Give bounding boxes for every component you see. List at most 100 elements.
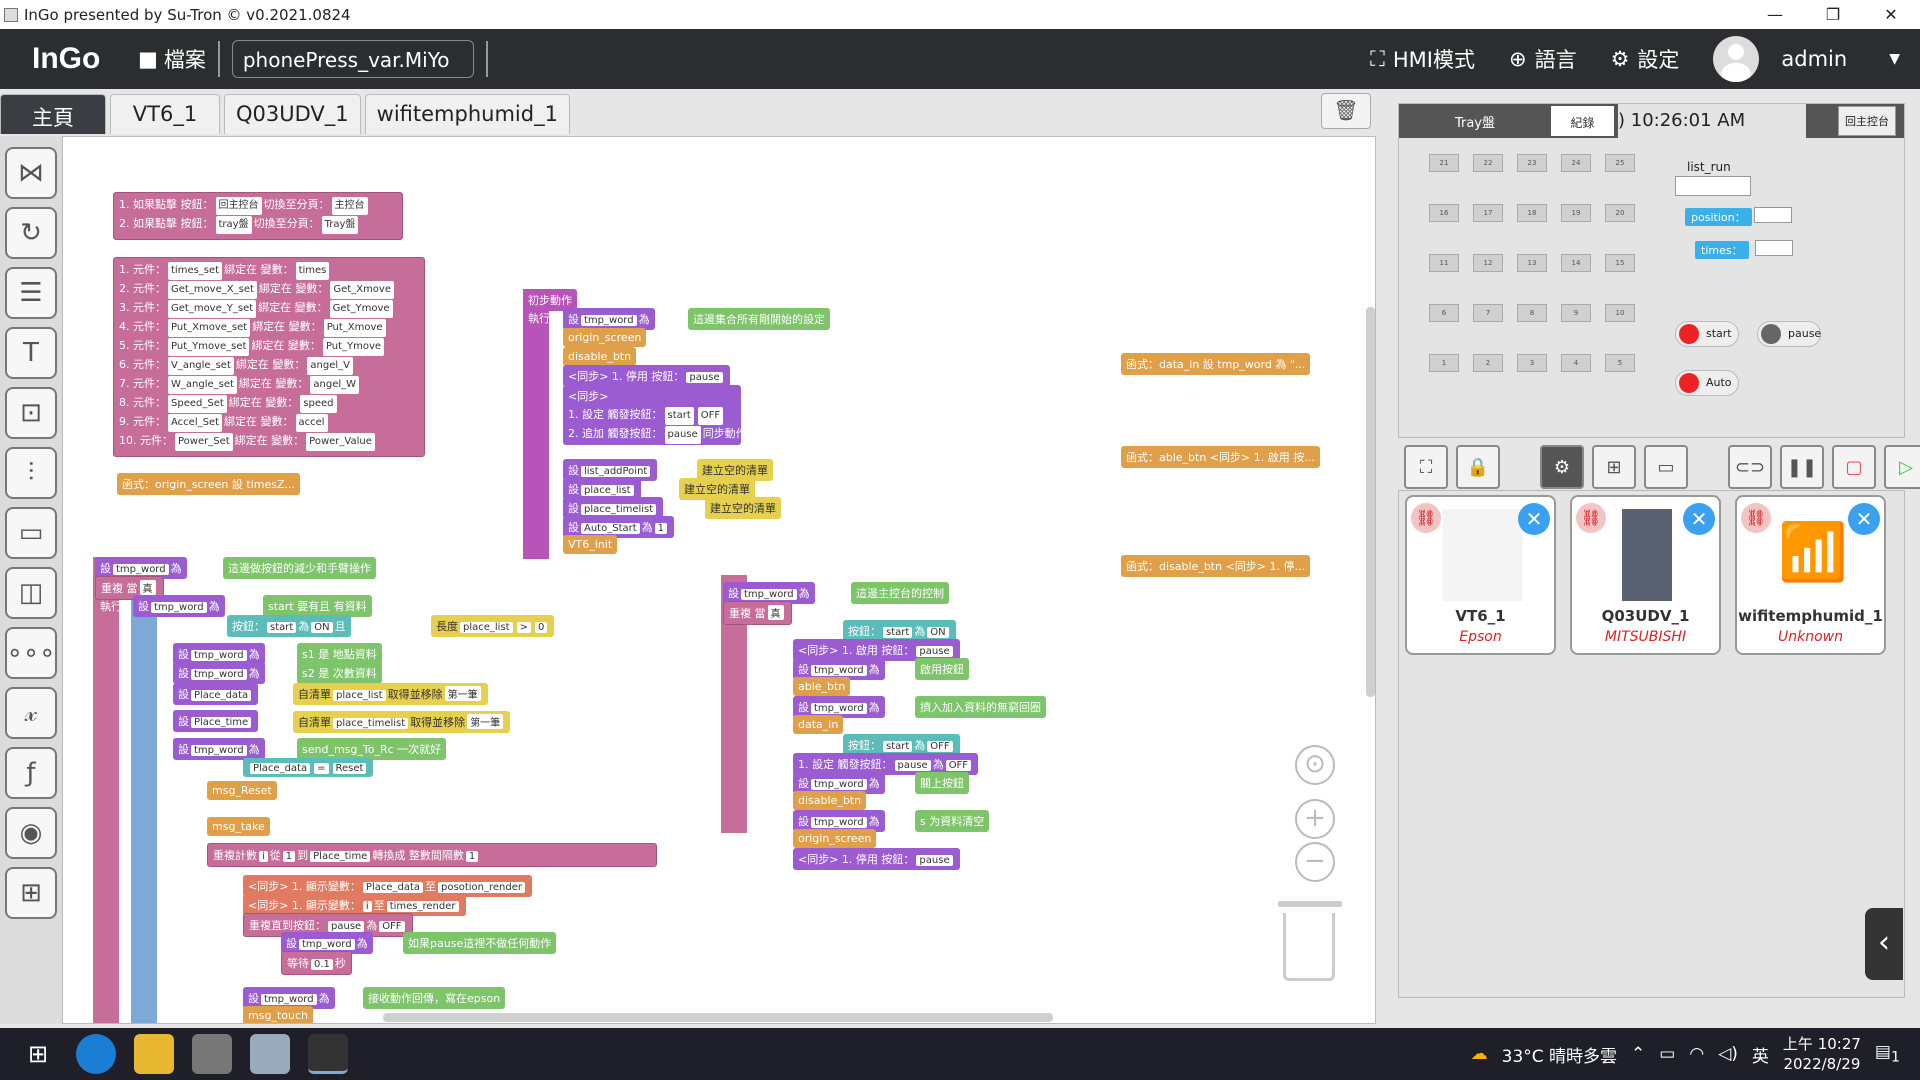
tray-cell[interactable]: 23: [1517, 154, 1547, 172]
zoom-in-icon[interactable]: +: [1295, 799, 1335, 839]
unlink-icon[interactable]: ⛓: [1411, 503, 1441, 533]
device-icon[interactable]: ▭: [1644, 445, 1688, 489]
tray-cell[interactable]: 18: [1517, 204, 1547, 222]
comment-append[interactable]: 擠入加入資料的無窮回圈: [915, 696, 1046, 718]
collapse-panel-button[interactable]: ‹: [1865, 908, 1903, 980]
set-tmp-word-s2[interactable]: 設 tmp_word 為: [173, 662, 265, 684]
flow-icon[interactable]: ⊡: [5, 387, 57, 439]
tray-cell[interactable]: 15: [1605, 254, 1635, 272]
function-able-btn[interactable]: 函式：able_btn <同步> 1. 啟用 按...: [1121, 446, 1320, 468]
comment-clear[interactable]: s 为資料清空: [915, 810, 990, 832]
tray-cell[interactable]: 6: [1429, 304, 1459, 322]
volume-icon[interactable]: ◁): [1718, 1044, 1738, 1064]
network-icon[interactable]: ◠: [1689, 1044, 1704, 1064]
stop-icon[interactable]: ▢: [1832, 445, 1876, 489]
ime-indicator[interactable]: 英: [1752, 1042, 1769, 1067]
tray-cell[interactable]: 4: [1561, 354, 1591, 372]
language-button[interactable]: ⊕ 語言: [1509, 44, 1577, 74]
tray-cell[interactable]: 12: [1473, 254, 1503, 272]
bind-row[interactable]: 3. 元件： Get_move_Y_set 綁定在 變數： Get_Ymove: [119, 299, 419, 318]
refresh-icon[interactable]: ↻: [5, 207, 57, 259]
vt6-init-call[interactable]: VT6_init: [563, 535, 618, 554]
origin-screen-call[interactable]: origin_screen: [563, 328, 647, 347]
variable-icon[interactable]: 𝓍: [5, 687, 57, 739]
workspace-trash-icon[interactable]: [1278, 901, 1342, 981]
sync-trigger-block[interactable]: <同步> 1. 設定 觸發按鈕： start OFF 2. 追加 觸發按鈕： paus…: [563, 385, 747, 445]
if-reset-block[interactable]: Place_data = Reset: [243, 758, 374, 777]
weather-text[interactable]: 33°C 晴時多雲: [1502, 1042, 1617, 1067]
device-card[interactable]: 📶 ⛓ ✕ wifitemphumid_1 Unknown: [1735, 495, 1886, 655]
bind-row[interactable]: 6. 元件： V_angle_set 綁定在 變數： angel_V: [119, 356, 419, 375]
tray-cell[interactable]: 20: [1605, 204, 1635, 222]
start-button[interactable]: start: [1675, 321, 1739, 347]
expand-icon[interactable]: ⛶: [1404, 445, 1448, 489]
tray-cell[interactable]: 8: [1517, 304, 1547, 322]
tray-cell[interactable]: 2: [1473, 354, 1503, 372]
comment-receive[interactable]: 接收動作回傳，寫在epson: [363, 987, 506, 1009]
comment-ctrl[interactable]: 這邊主控台的控制: [851, 582, 949, 604]
workspace-horizontal-scrollbar[interactable]: [383, 1013, 1053, 1022]
position-input[interactable]: [1754, 207, 1792, 223]
set-tmp-word-2[interactable]: 設 tmp_word 為: [133, 595, 225, 617]
unlink-icon[interactable]: ⛓: [1741, 503, 1771, 533]
ctrl-disable-btn[interactable]: disable_btn: [793, 791, 867, 810]
chart-icon[interactable]: ◫: [5, 567, 57, 619]
set-place-time[interactable]: 設 Place_time: [173, 710, 259, 732]
bind-row[interactable]: 7. 元件： W_angle_set 綁定在 變數： angel_W: [119, 375, 419, 394]
lock-icon[interactable]: 🔒: [1456, 445, 1500, 489]
tab-log[interactable]: 紀錄: [1551, 106, 1614, 136]
get-remove-place-timelist[interactable]: 自清單 place_timelist 取得並移除 第一筆: [293, 711, 511, 733]
length-check-block[interactable]: 長度 place_list >0: [431, 615, 555, 637]
clock[interactable]: 上午 10:27 2022/8/29: [1783, 1034, 1861, 1074]
set-place-data[interactable]: 設 Place_data: [173, 683, 259, 705]
zoom-out-icon[interactable]: −: [1295, 842, 1335, 882]
function-data-in[interactable]: 函式：data_in 設 tmp_word 為 "...: [1121, 353, 1311, 375]
ctrl-sync-disable[interactable]: <同步> 1. 停用 按鈕： pause: [793, 848, 960, 870]
bind-row[interactable]: 8. 元件： Speed_Set 綁定在 變數： speed: [119, 394, 419, 413]
close-window-button[interactable]: ✕: [1862, 5, 1920, 24]
windows-start-icon[interactable]: ⊞: [18, 1034, 58, 1074]
workspace-vertical-scrollbar[interactable]: [1366, 307, 1375, 697]
restore-button[interactable]: ❐: [1804, 5, 1862, 24]
more-icon[interactable]: ∘∘∘: [5, 627, 57, 679]
times-input[interactable]: [1755, 240, 1793, 256]
tray-cell[interactable]: 14: [1561, 254, 1591, 272]
ingo-taskbar-icon[interactable]: [308, 1034, 348, 1074]
list-run-input[interactable]: [1675, 176, 1751, 196]
device-card[interactable]: ⛓ ✕ Q03UDV_1 MITSUBISHI: [1570, 495, 1721, 655]
tray-cell[interactable]: 25: [1605, 154, 1635, 172]
play-icon[interactable]: ▷: [1884, 445, 1920, 489]
bind-row[interactable]: 10. 元件： Power_Set 綁定在 變數： Power_Value: [119, 432, 419, 451]
add-page-icon[interactable]: ⊞: [5, 867, 57, 919]
msg-touch-call[interactable]: msg_touch: [243, 1006, 313, 1023]
comment-start[interactable]: start 要有且 有資料: [263, 595, 372, 617]
tray-cell[interactable]: 17: [1473, 204, 1503, 222]
ctrl-able-btn[interactable]: able_btn: [793, 677, 851, 696]
tray-cell[interactable]: 21: [1429, 154, 1459, 172]
file-explorer-icon[interactable]: [134, 1034, 174, 1074]
bind-row[interactable]: 9. 元件： Accel_Set 綁定在 變數： accel: [119, 413, 419, 432]
bind-variables-block[interactable]: 1. 元件： times_set 綁定在 變數： times 2. 元件： Get_mov…: [113, 257, 425, 457]
ctrl-repeat-while[interactable]: 重複 當真: [723, 601, 792, 625]
recenter-icon[interactable]: ⊙: [1295, 745, 1335, 785]
msg-reset-call[interactable]: msg_Reset: [207, 781, 277, 800]
app-icon-3[interactable]: [250, 1034, 290, 1074]
comment-enable[interactable]: 啟用按鈕: [915, 658, 969, 680]
comment-send[interactable]: send_msg_To_Rc 一次就好: [297, 738, 447, 760]
tab-q03udv[interactable]: Q03UDV_1: [224, 94, 361, 134]
set-tmp-word-block[interactable]: 設 tmp_word 為: [563, 308, 655, 330]
bind-row[interactable]: 1. 元件： times_set 綁定在 變數： times: [119, 261, 419, 280]
comment-s2[interactable]: s2 是 次數資料: [297, 662, 382, 684]
tab-home[interactable]: 主頁: [0, 94, 106, 134]
tray-cell[interactable]: 5: [1605, 354, 1635, 372]
pause-icon[interactable]: ❚❚: [1780, 445, 1824, 489]
link-icon[interactable]: ⊂⊃: [1728, 445, 1772, 489]
ctrl-origin-screen[interactable]: origin_screen: [793, 829, 877, 848]
robot-icon[interactable]: ⚙: [1540, 445, 1584, 489]
device-card[interactable]: ⛓ ✕ VT6_1 Epson: [1405, 495, 1556, 655]
tray-cell[interactable]: 24: [1561, 154, 1591, 172]
settings-button[interactable]: ⚙ 設定: [1611, 44, 1680, 74]
tab-tray[interactable]: Tray盤: [1399, 112, 1551, 131]
share-icon[interactable]: ⋈: [5, 147, 57, 199]
sync-disable-block[interactable]: <同步> 1. 停用 按鈕： pause: [563, 365, 730, 387]
